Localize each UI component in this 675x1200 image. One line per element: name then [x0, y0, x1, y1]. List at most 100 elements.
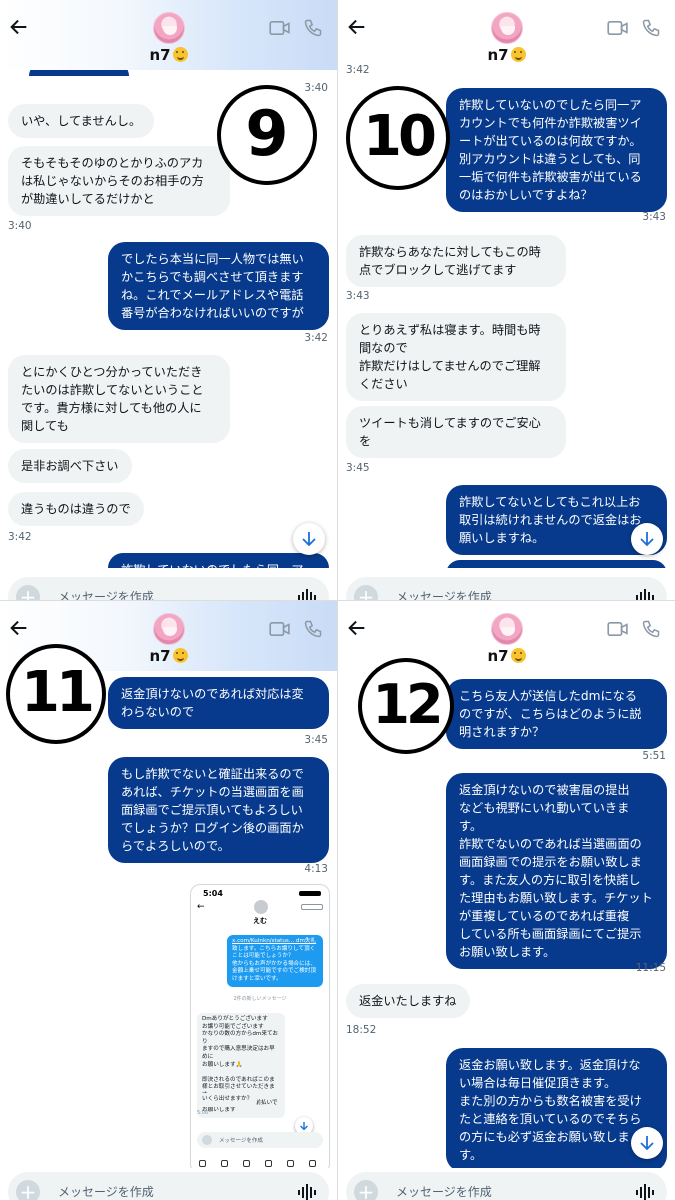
- voice-wave-icon[interactable]: [635, 1183, 655, 1200]
- composer-placeholder: メッセージを作成: [396, 1185, 492, 1199]
- composer-placeholder: メッセージを作成: [396, 590, 492, 600]
- message-incoming[interactable]: いや、してませんし。: [8, 104, 155, 138]
- avatar[interactable]: [490, 613, 523, 645]
- communities-icon: [287, 1160, 294, 1167]
- composer-placeholder: メッセージを作成: [58, 1185, 154, 1199]
- panel-number-badge: 10: [346, 86, 450, 190]
- phone-icon[interactable]: [641, 619, 661, 639]
- timestamp: 3:43: [642, 211, 666, 223]
- plus-icon[interactable]: +: [16, 585, 40, 600]
- message-incoming: いくら出せますか？: [197, 1093, 258, 1107]
- voice-wave-icon[interactable]: [635, 588, 655, 600]
- message-incoming[interactable]: 返金いたしますね: [346, 984, 470, 1018]
- message-composer[interactable]: + メッセージを作成: [8, 1172, 329, 1200]
- username[interactable]: n7: [0, 46, 337, 64]
- panel-10: n7 3:42 詐欺していないのでしたら同一ア カウントでも何件か詐欺被害ツイ …: [338, 0, 675, 600]
- arrow-down-icon: [300, 1122, 308, 1131]
- video-camera-icon[interactable]: [269, 20, 291, 36]
- avatar[interactable]: [152, 613, 185, 645]
- arrow-down-icon: [640, 532, 654, 547]
- message-outgoing[interactable]: こちら友人が送信したdmになる のですが、こちらはどのように説 明されますか？: [446, 679, 667, 749]
- video-camera-icon: [301, 904, 323, 910]
- plus-icon[interactable]: +: [354, 1180, 378, 1200]
- panel-number-badge: 12: [358, 658, 454, 754]
- video-camera-icon[interactable]: [269, 621, 291, 637]
- timestamp: 3:45: [304, 734, 328, 746]
- tongue-wink-emoji-icon: [172, 648, 188, 663]
- battery-icon: [299, 891, 321, 896]
- voice-wave-icon[interactable]: [297, 1183, 317, 1200]
- message-outgoing[interactable]: 返金頂けないのであれば対応は変 わらないので: [108, 677, 329, 729]
- timestamp: 4:13: [304, 863, 328, 875]
- timestamp: 3:43: [346, 290, 370, 302]
- timestamp: 5:06: [197, 1110, 209, 1116]
- arrow-down-icon: [640, 1136, 654, 1151]
- message-composer[interactable]: + メッセージを作成: [8, 577, 329, 600]
- voice-wave-icon[interactable]: [297, 588, 317, 600]
- embedded-screenshot[interactable]: 5:04 ← えむ x.com/Kuinkn/status... dm失礼 致し…: [190, 884, 330, 1174]
- conversation-header: n7: [338, 0, 675, 70]
- back-arrow-icon[interactable]: [8, 16, 30, 38]
- phone-icon[interactable]: [303, 619, 323, 639]
- timestamp: 3:42: [8, 531, 32, 543]
- message-outgoing[interactable]: でしたら本当に同一人物では無い かこちらでも調べさせて頂きます ね。これでメール…: [108, 242, 329, 330]
- message-incoming[interactable]: 是非お調べ下さい: [8, 449, 132, 483]
- phone-icon[interactable]: [641, 18, 661, 38]
- tongue-wink-emoji-icon: [510, 47, 526, 62]
- composer-placeholder: メッセージを作成: [58, 590, 154, 600]
- message-incoming[interactable]: ツイートも消してますのでご安心 を: [346, 406, 566, 458]
- message-incoming[interactable]: とにかくひとつ分かっていただき たいのは詐欺してないということ です。貴方様に対…: [8, 355, 230, 443]
- username[interactable]: n7: [338, 46, 675, 64]
- contact-name: えむ: [253, 917, 267, 925]
- timestamp: 3:45: [346, 462, 370, 474]
- message-outgoing[interactable]: 詐欺していないのでしたら同一ア カウントでも何件か詐欺被害ツイ ートが出ているの…: [446, 88, 667, 212]
- back-arrow-icon[interactable]: [8, 617, 30, 639]
- timestamp: 5:51: [642, 750, 666, 762]
- timestamp: 3:42: [346, 64, 370, 76]
- plus-icon[interactable]: +: [16, 1180, 40, 1200]
- scroll-down-button[interactable]: [631, 1127, 663, 1159]
- video-camera-icon[interactable]: [607, 20, 629, 36]
- avatar[interactable]: [152, 12, 185, 44]
- timestamp: 3:40: [8, 220, 32, 232]
- search-icon: [221, 1160, 228, 1167]
- panel-number-badge: 11: [6, 644, 106, 744]
- status-time: 5:04: [203, 889, 223, 898]
- panel-12: n7 こちら友人が送信したdmになる のですが、こちらはどのように説 明されます…: [338, 601, 675, 1200]
- arrow-down-icon: [302, 532, 316, 547]
- panel-11: n7 返金頂けないのであれば対応は変 わらないので 3:45 もし詐欺でないと確…: [0, 601, 337, 1200]
- message-incoming[interactable]: そもそもそのゆのとかりふのアカ は私じゃないからそのお相手の方 が勘違いしてるだ…: [8, 146, 230, 216]
- message-composer[interactable]: + メッセージを作成: [346, 1172, 667, 1200]
- message-incoming[interactable]: 詐欺ならあなたに対してもこの時 点でブロックして逃げてます: [346, 235, 566, 287]
- scroll-down-button[interactable]: [293, 523, 325, 555]
- timestamp: 3:40: [304, 82, 328, 94]
- message-incoming[interactable]: 違うものは違うので: [8, 492, 144, 526]
- conversation-header: n7: [0, 0, 337, 70]
- back-arrow-icon[interactable]: [346, 16, 368, 38]
- message-composer[interactable]: + メッセージを作成: [346, 577, 667, 600]
- home-icon: [199, 1160, 206, 1167]
- tongue-wink-emoji-icon: [510, 648, 526, 663]
- message-outgoing[interactable]: 返金頂けないので被害届の提出 なども視野にいれ動いていきま す。 詐欺でないので…: [446, 773, 667, 969]
- phone-icon[interactable]: [303, 18, 323, 38]
- message-incoming[interactable]: とりあえず私は寝ます。時間も時 間なので 詐欺だけはしてませんのでご理解 くださ…: [346, 313, 566, 401]
- avatar[interactable]: [490, 12, 523, 44]
- message-outgoing: x.com/Kuinkn/status... dm失礼 致します。こちらお譲りし…: [227, 935, 323, 987]
- video-camera-icon[interactable]: [607, 621, 629, 637]
- back-arrow-icon[interactable]: [346, 617, 368, 639]
- notifications-icon: [265, 1160, 272, 1167]
- message-outgoing[interactable]: もし詐欺でないと確証出来るので あれば、チケットの当選画面を画 面録画でご提示頂…: [108, 757, 329, 863]
- timestamp: 11:15: [635, 962, 666, 974]
- message-composer: メッセージを作成: [197, 1132, 323, 1148]
- back-arrow-icon: ←: [197, 902, 205, 912]
- avatar: [254, 900, 268, 914]
- panel-9: n7 3:40 いや、してませんし。 そもそもそのゆのとかりふのアカ は私じゃな…: [0, 0, 337, 600]
- timestamp: 3:42: [304, 332, 328, 344]
- tongue-wink-emoji-icon: [172, 47, 188, 62]
- new-messages-separator: 2件の新しいメッセージ: [233, 996, 287, 1002]
- panel-number-badge: 9: [217, 85, 317, 185]
- timestamp: 18:52: [346, 1024, 377, 1036]
- plus-icon[interactable]: +: [354, 585, 378, 600]
- scroll-down-button[interactable]: [631, 523, 663, 555]
- messages-icon: [309, 1160, 316, 1167]
